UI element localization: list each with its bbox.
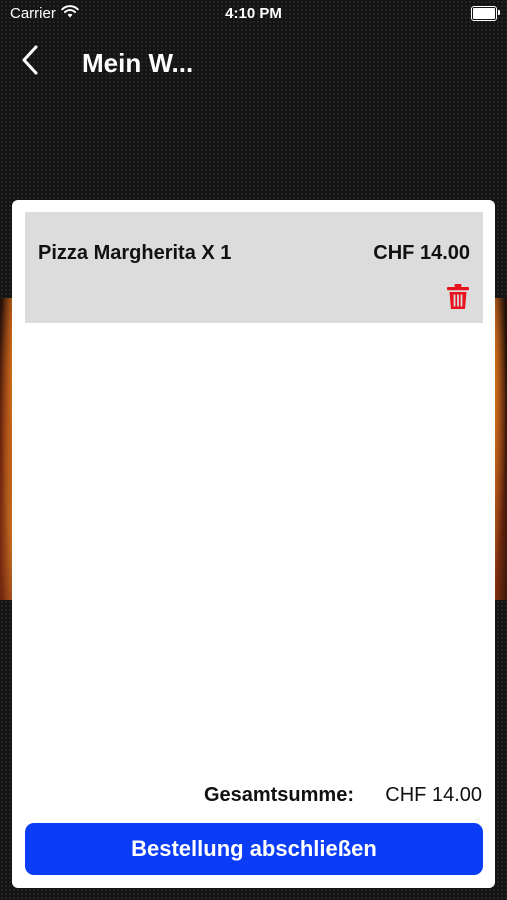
delete-item-button[interactable] xyxy=(445,284,471,314)
trash-icon xyxy=(446,283,470,315)
total-row: Gesamtsumme: CHF 14.00 xyxy=(12,783,495,809)
cart-item: Pizza Margherita X 1 CHF 14.00 xyxy=(25,212,483,323)
total-label: Gesamtsumme: xyxy=(203,784,354,806)
chevron-left-icon xyxy=(21,45,39,80)
item-price: CHF 14.00 xyxy=(373,242,470,264)
battery-icon xyxy=(471,6,500,21)
back-button[interactable] xyxy=(14,45,46,80)
total-value: CHF 14.00 xyxy=(385,784,482,806)
status-bar: Carrier 4:10 PM xyxy=(0,0,507,28)
checkout-button[interactable]: Bestellung abschließen xyxy=(25,823,483,875)
item-name: Pizza Margherita X 1 xyxy=(38,242,232,264)
status-time: 4:10 PM xyxy=(225,5,282,22)
battery-level xyxy=(473,8,495,19)
page-title: Mein W... xyxy=(82,48,194,78)
cart-card: Pizza Margherita X 1 CHF 14.00 Gesamtsum… xyxy=(12,200,495,888)
navigation-bar: Mein W... xyxy=(0,40,507,84)
